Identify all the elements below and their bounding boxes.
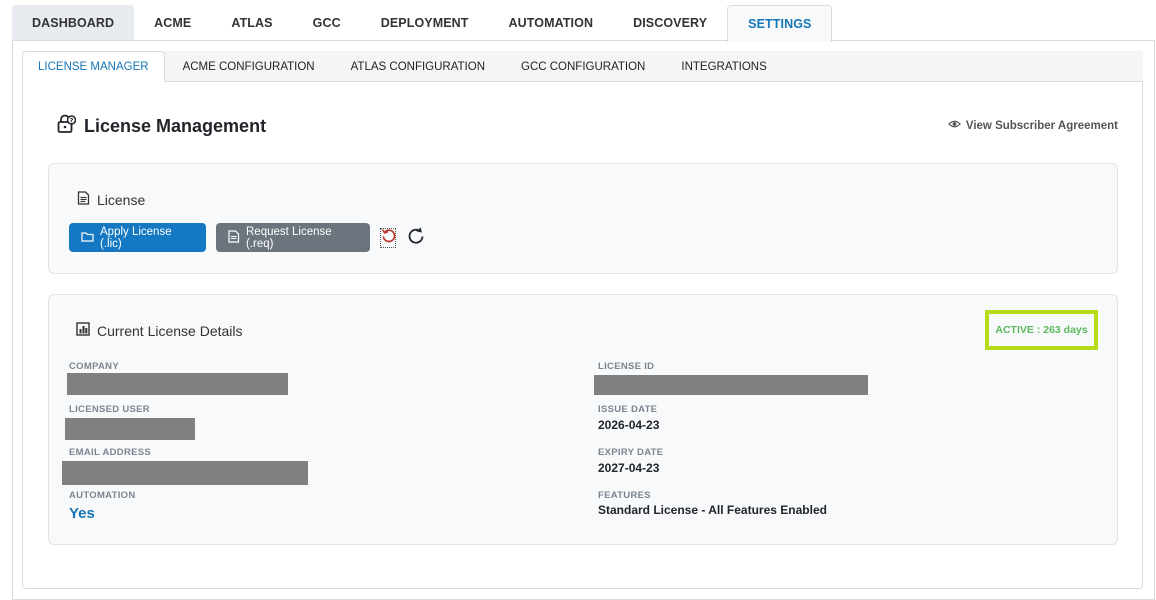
tab-settings[interactable]: SETTINGS (727, 5, 833, 42)
license-card-title: License (77, 191, 145, 208)
request-license-label: Request License (.req) (246, 225, 332, 250)
tab-atlas[interactable]: ATLAS (211, 5, 292, 41)
file-request-icon (228, 229, 240, 246)
subtab-integrations[interactable]: INTEGRATIONS (663, 51, 784, 82)
bar-chart-icon (76, 322, 90, 339)
tab-automation[interactable]: AUTOMATION (489, 5, 614, 41)
file-text-icon (77, 191, 90, 208)
details-card-title: Current License Details (76, 322, 243, 339)
subtab-gcc-configuration[interactable]: GCC CONFIGURATION (503, 51, 663, 82)
refresh-icon (407, 227, 425, 250)
refresh-button[interactable] (406, 227, 426, 250)
features-label: FEATURES (598, 490, 651, 501)
folder-icon (81, 231, 94, 245)
apply-license-label: Apply License (.lic) (100, 225, 172, 250)
tab-acme[interactable]: ACME (134, 5, 211, 41)
view-agreement-label: View Subscriber Agreement (965, 119, 1118, 132)
email-address-value-redacted (62, 461, 308, 485)
license-id-value-redacted (594, 375, 868, 395)
tab-gcc[interactable]: GCC (293, 5, 361, 41)
apply-license-button[interactable]: Apply License (.lic) (69, 223, 206, 252)
reset-license-button[interactable] (380, 228, 396, 248)
tab-dashboard[interactable]: DASHBOARD (12, 5, 135, 41)
svg-text:?: ? (70, 117, 74, 125)
license-id-label: LICENSE ID (598, 361, 655, 372)
email-address-label: EMAIL ADDRESS (69, 447, 152, 458)
request-license-button[interactable]: Request License (.req) (216, 223, 370, 252)
issue-date-value: 2026-04-23 (598, 418, 660, 432)
main-tab-bar: DASHBOARD ACME ATLAS GCC DEPLOYMENT AUTO… (12, 5, 833, 42)
features-value: Standard License - All Features Enabled (598, 503, 827, 517)
license-card-title-text: License (97, 191, 146, 208)
issue-date-label: ISSUE DATE (598, 404, 658, 415)
expiry-date-label: EXPIRY DATE (598, 447, 664, 458)
page-header: ? License Management (56, 114, 266, 139)
automation-value: Yes (69, 505, 95, 522)
company-label: COMPANY (69, 361, 119, 372)
rotate-ccw-icon (381, 228, 396, 248)
subtab-acme-configuration[interactable]: ACME CONFIGURATION (165, 51, 333, 82)
sub-tab-bar: LICENSE MANAGER ACME CONFIGURATION ATLAS… (22, 51, 785, 83)
expiry-date-value: 2027-04-23 (598, 461, 660, 475)
tab-deployment[interactable]: DEPLOYMENT (361, 5, 489, 41)
tab-discovery[interactable]: DISCOVERY (613, 5, 727, 41)
license-card (48, 163, 1118, 274)
automation-label: AUTOMATION (69, 490, 136, 501)
lock-question-icon: ? (56, 114, 77, 139)
page-title: License Management (84, 116, 267, 136)
view-subscriber-agreement-link[interactable]: View Subscriber Agreement (947, 119, 1118, 132)
company-value-redacted (67, 373, 288, 395)
licensed-user-label: LICENSED USER (69, 404, 150, 415)
eye-icon (947, 119, 961, 132)
details-card-title-text: Current License Details (97, 322, 243, 339)
subtab-license-manager[interactable]: LICENSE MANAGER (22, 51, 165, 83)
status-badge: ACTIVE : 263 days (985, 310, 1098, 350)
subtab-atlas-configuration[interactable]: ATLAS CONFIGURATION (333, 51, 503, 82)
licensed-user-value-redacted (65, 418, 195, 440)
